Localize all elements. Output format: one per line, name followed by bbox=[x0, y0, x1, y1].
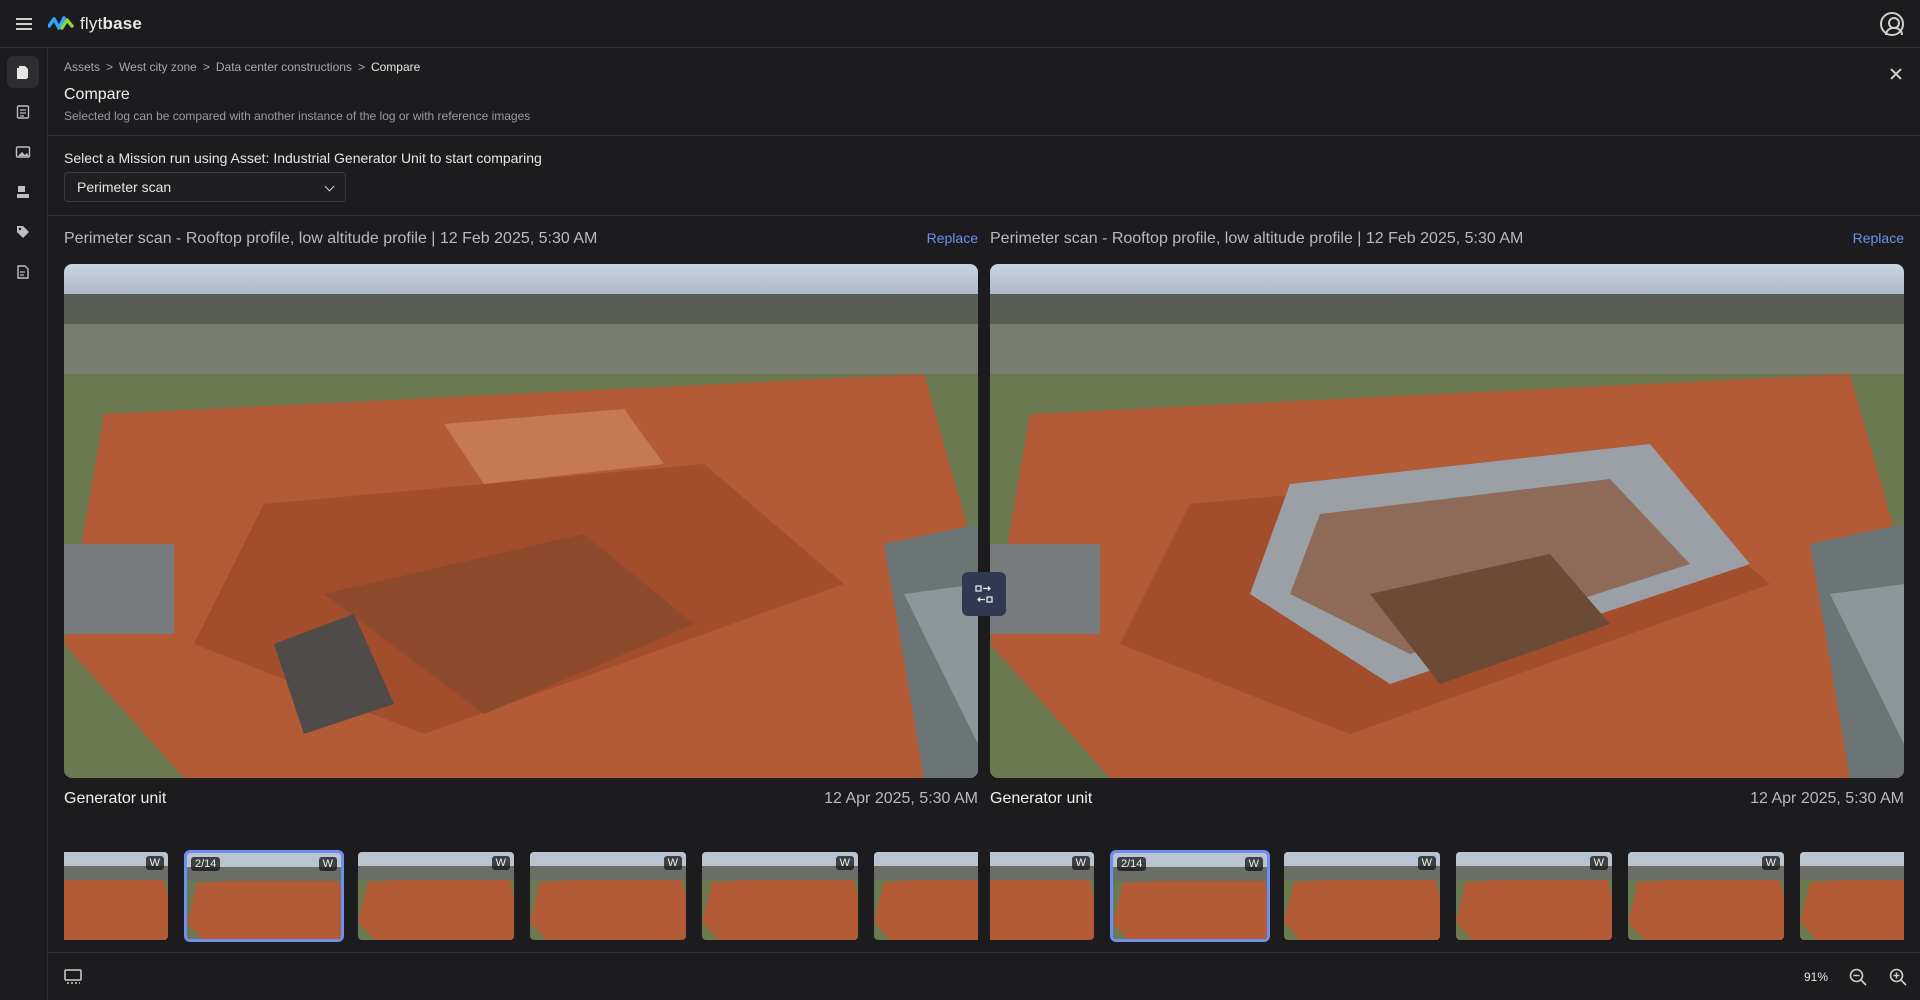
left-site-photo[interactable] bbox=[64, 264, 978, 778]
thumbnail-badge: W bbox=[1417, 856, 1436, 870]
user-profile-icon[interactable] bbox=[1880, 12, 1904, 36]
breadcrumb-item-assets[interactable]: Assets bbox=[64, 60, 100, 74]
sidebar bbox=[0, 48, 48, 1000]
thumbnail-badge: W bbox=[1761, 856, 1780, 870]
tags-icon[interactable] bbox=[7, 216, 39, 248]
top-bar: flytbase bbox=[0, 0, 1920, 48]
right-compare-panel: Perimeter scan - Rooftop profile, low al… bbox=[990, 216, 1904, 816]
left-capture-date: 12 Apr 2025, 5:30 AM bbox=[824, 790, 978, 807]
thumbnail-selected[interactable]: 2/14 W bbox=[1110, 850, 1270, 942]
thumbnail-badge: W bbox=[491, 856, 510, 870]
filmstrip-toggle-icon[interactable] bbox=[64, 969, 82, 985]
chevron-down-icon bbox=[324, 181, 335, 192]
media-icon[interactable] bbox=[7, 136, 39, 168]
reports-icon[interactable] bbox=[7, 256, 39, 288]
breadcrumb-separator: > bbox=[202, 60, 210, 74]
selection-prompt: Select a Mission run using Asset: Indust… bbox=[64, 150, 542, 166]
breadcrumb-separator: > bbox=[106, 60, 114, 74]
logo-text: flytbase bbox=[80, 13, 143, 33]
thumbnail-badge: W bbox=[663, 856, 682, 870]
thumbnail[interactable]: W bbox=[990, 850, 1096, 942]
mission-selection: Select a Mission run using Asset: Indust… bbox=[48, 136, 1920, 216]
thumbnail[interactable]: W bbox=[700, 850, 860, 942]
thumbnail[interactable]: W bbox=[1626, 850, 1786, 942]
page-header: Assets > West city zone > Data center co… bbox=[48, 48, 1920, 136]
thumbnail[interactable]: W bbox=[528, 850, 688, 942]
thumbnail[interactable]: W bbox=[1454, 850, 1614, 942]
breadcrumb-separator: > bbox=[357, 60, 365, 74]
right-panel-title: Perimeter scan - Rooftop profile, low al… bbox=[990, 230, 1524, 247]
zoom-in-icon[interactable] bbox=[1888, 967, 1908, 987]
breadcrumb: Assets > West city zone > Data center co… bbox=[64, 60, 420, 74]
menu-icon[interactable] bbox=[0, 0, 48, 48]
left-replace-link[interactable]: Replace bbox=[927, 230, 978, 246]
right-replace-link[interactable]: Replace bbox=[1853, 230, 1904, 246]
thumbnail-badge: W bbox=[1071, 856, 1090, 870]
close-icon[interactable] bbox=[1886, 64, 1906, 84]
zoom-out-icon[interactable] bbox=[1848, 967, 1868, 987]
logs-icon[interactable] bbox=[7, 96, 39, 128]
bottom-toolbar: 91% bbox=[48, 952, 1920, 1000]
right-asset-caption: Generator unit bbox=[990, 790, 1093, 807]
thumbnail-badge: W bbox=[318, 857, 337, 871]
thumbnail[interactable] bbox=[872, 850, 978, 942]
right-site-photo[interactable] bbox=[990, 264, 1904, 778]
thumbnail-badge: W bbox=[1244, 857, 1263, 871]
page-title: Compare bbox=[64, 86, 130, 103]
compare-swap-icon bbox=[975, 585, 993, 603]
compare-swap-button[interactable] bbox=[962, 572, 1006, 616]
left-compare-panel: Perimeter scan - Rooftop profile, low al… bbox=[64, 216, 978, 816]
assets-icon[interactable] bbox=[7, 56, 39, 88]
thumbnail[interactable]: W bbox=[64, 850, 170, 942]
breadcrumb-item-west-city-zone[interactable]: West city zone bbox=[119, 60, 197, 74]
logo: flytbase bbox=[48, 14, 142, 34]
mission-dropdown[interactable]: Perimeter scan bbox=[64, 172, 346, 202]
dropdown-value: Perimeter scan bbox=[77, 179, 172, 195]
thumbnail-counter: 2/14 bbox=[191, 857, 221, 871]
right-thumbnail-strip[interactable]: W 2/14 W W W W bbox=[990, 850, 1904, 942]
logo-mark-icon bbox=[48, 15, 74, 30]
page-subtitle: Selected log can be compared with anothe… bbox=[64, 109, 531, 123]
thumbnail-selected[interactable]: 2/14 W bbox=[184, 850, 344, 942]
left-thumbnail-strip[interactable]: W 2/14 W W W W bbox=[64, 850, 978, 942]
thumbnail-badge: W bbox=[145, 856, 164, 870]
thumbnail-badge: W bbox=[835, 856, 854, 870]
left-asset-caption: Generator unit bbox=[64, 790, 167, 807]
breadcrumb-item-data-center[interactable]: Data center constructions bbox=[216, 60, 352, 74]
zoom-level: 91% bbox=[1803, 970, 1828, 984]
breadcrumb-item-compare: Compare bbox=[370, 60, 421, 74]
thumbnail-badge: W bbox=[1589, 856, 1608, 870]
thumbnail[interactable]: W bbox=[356, 850, 516, 942]
thumbnail-counter: 2/14 bbox=[1117, 857, 1147, 871]
thumbnail[interactable]: W bbox=[1282, 850, 1442, 942]
right-capture-date: 12 Apr 2025, 5:30 AM bbox=[1750, 790, 1904, 807]
sites-icon[interactable] bbox=[7, 176, 39, 208]
thumbnail[interactable] bbox=[1798, 850, 1904, 942]
left-panel-title: Perimeter scan - Rooftop profile, low al… bbox=[64, 230, 598, 247]
